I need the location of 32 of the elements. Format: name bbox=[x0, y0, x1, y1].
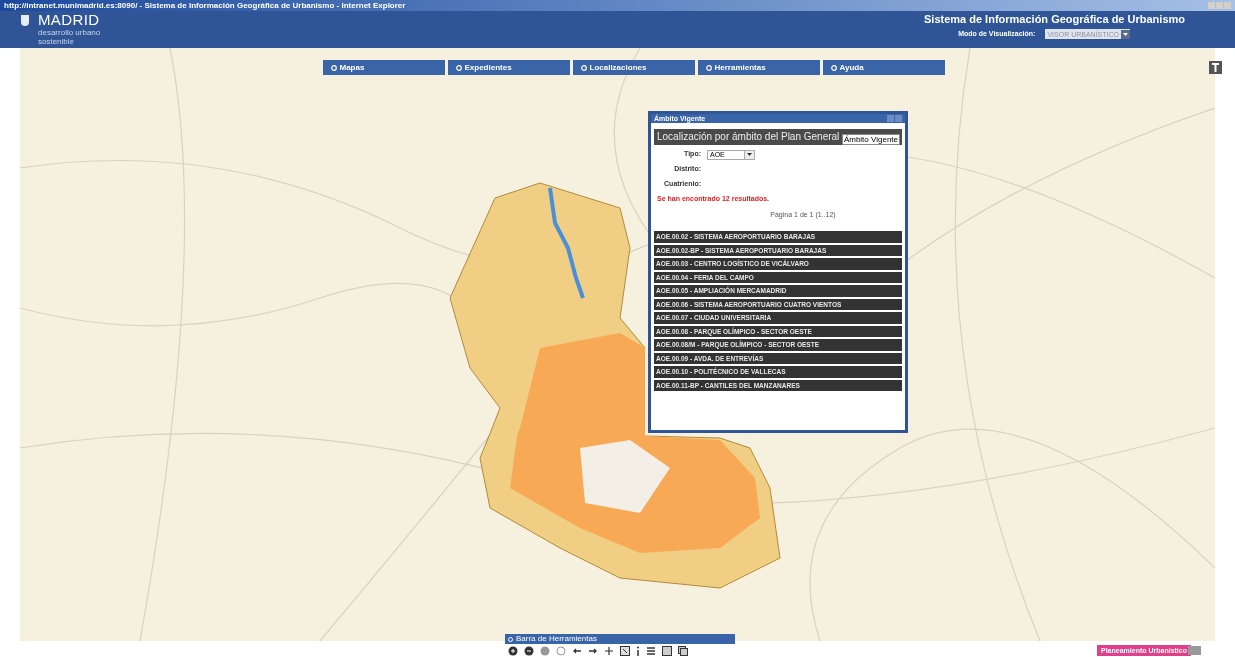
circle-outline-icon[interactable] bbox=[556, 646, 566, 656]
window-title: http://intranet.munimadrid.es:8090/ - Sistema de Información Geográfica de Urbanismo - Internet Explorer bbox=[4, 1, 406, 10]
menu-tab[interactable]: Herramientas bbox=[697, 60, 820, 75]
menu-tab[interactable]: Mapas bbox=[322, 60, 445, 75]
list-icon[interactable] bbox=[646, 646, 656, 656]
logo-text: MADRID bbox=[38, 12, 101, 28]
menu-tab[interactable]: Expedientes bbox=[447, 60, 570, 75]
dropdown-arrow-icon bbox=[1121, 29, 1130, 39]
info-icon[interactable] bbox=[636, 646, 640, 656]
panel-toggle-icon[interactable] bbox=[1188, 646, 1201, 655]
circle-icon bbox=[508, 636, 513, 642]
zoom-in-icon[interactable] bbox=[508, 646, 518, 656]
grid-icon[interactable] bbox=[662, 646, 672, 656]
circle-icon bbox=[830, 64, 837, 71]
menu-tab[interactable]: Localizaciones bbox=[572, 60, 695, 75]
left-arrow-icon[interactable] bbox=[572, 646, 582, 656]
zoom-out-icon[interactable] bbox=[524, 646, 534, 656]
crest-icon bbox=[20, 14, 30, 27]
circle-icon bbox=[330, 64, 337, 71]
app-title: Sistema de Información Geográfica de Urbanismo bbox=[924, 12, 1185, 26]
select-icon[interactable] bbox=[620, 646, 630, 656]
windows-icon[interactable] bbox=[678, 646, 688, 656]
circle-icon bbox=[455, 64, 462, 71]
menu-tab[interactable]: Ayuda bbox=[822, 60, 945, 75]
logo-subtitle: desarrollo urbano sostenible bbox=[38, 28, 102, 46]
dropdown-arrow-icon bbox=[747, 153, 752, 156]
tooltip: Ámbito Vigente bbox=[841, 134, 900, 145]
circle-icon bbox=[705, 64, 712, 71]
text-panel-icon[interactable] bbox=[1209, 61, 1222, 74]
right-arrow-icon[interactable] bbox=[588, 646, 598, 656]
toolbar-title: Barra de Herramientas bbox=[516, 635, 597, 643]
circle-icon bbox=[580, 64, 587, 71]
